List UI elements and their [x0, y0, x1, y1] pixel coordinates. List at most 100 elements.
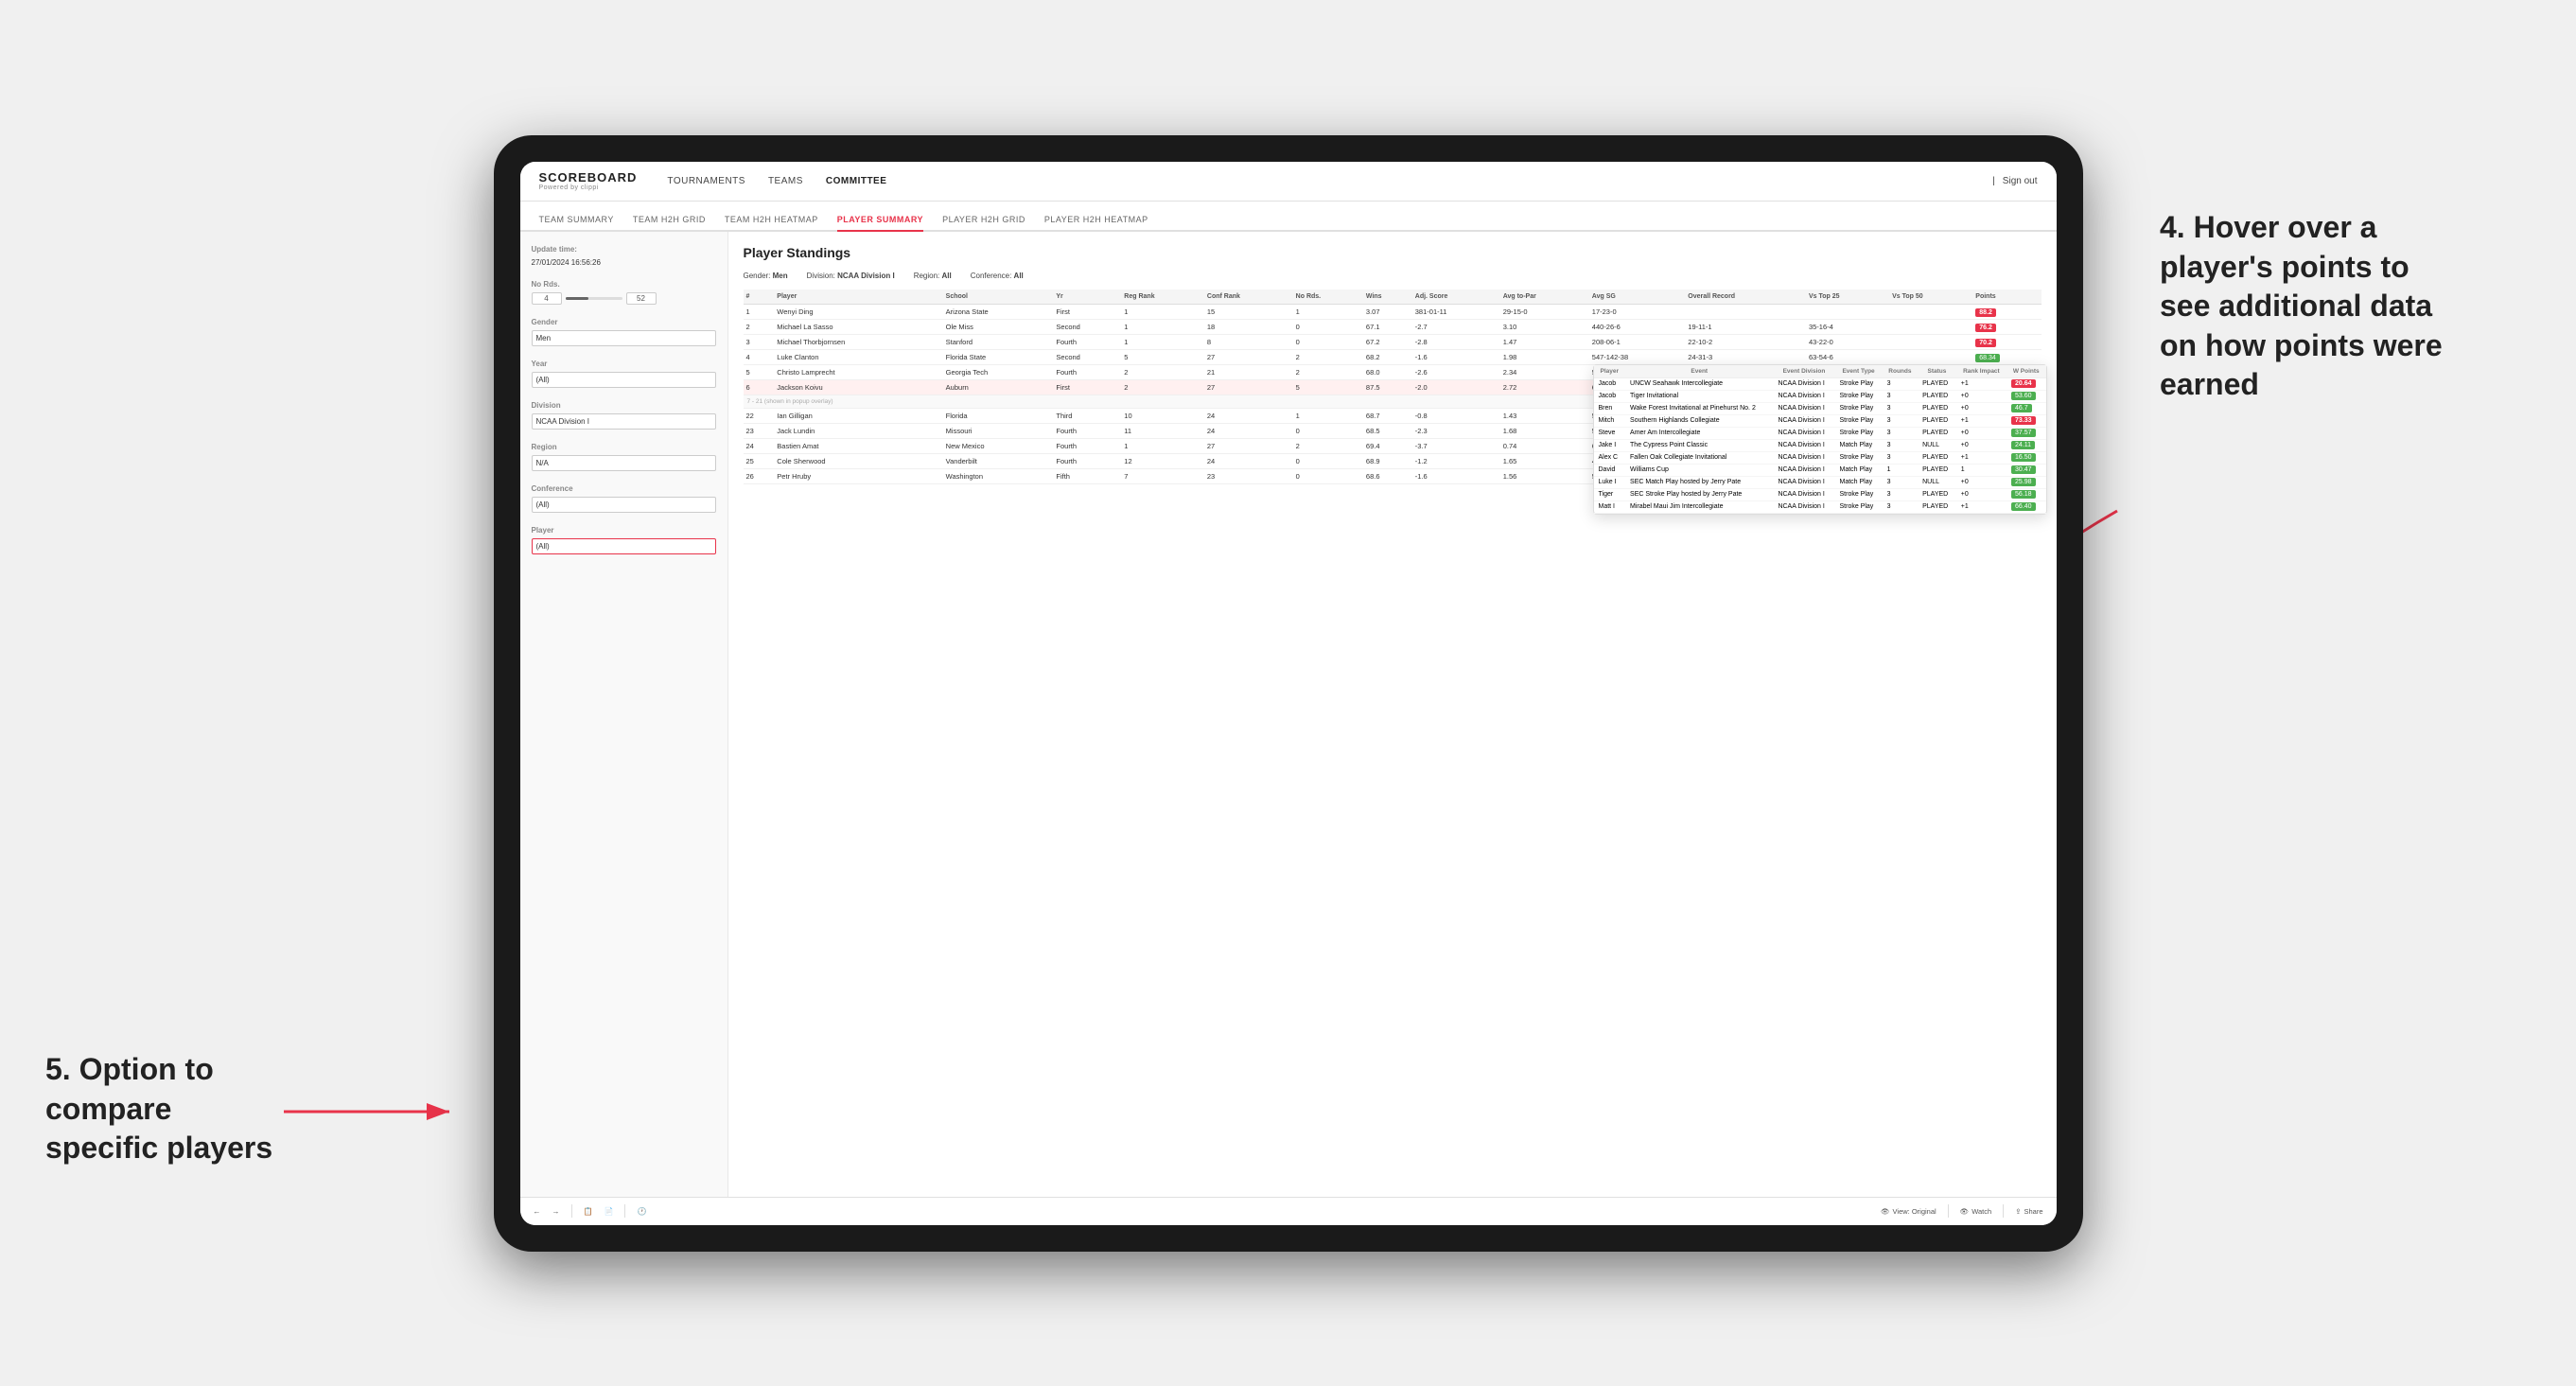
points-badge[interactable]: 70.2 [1975, 339, 1996, 347]
td-player: Christo Lamprecht [774, 364, 942, 379]
td-reg-rank: 2 [1121, 379, 1204, 395]
td-overall: 19-11-1 [1685, 319, 1806, 334]
region-select[interactable]: N/A [532, 455, 716, 471]
td-vs50 [1889, 304, 1972, 319]
toolbar-back-btn[interactable]: ← [534, 1207, 541, 1216]
td-yr: Fourth [1053, 334, 1121, 349]
td-yr: Third [1053, 408, 1121, 423]
gender-select[interactable]: Men [532, 330, 716, 346]
td-adj-score: -2.7 [1412, 319, 1500, 334]
popup-td-rounds: 3 [1883, 439, 1918, 451]
filter-gender-value: Men [773, 272, 788, 280]
sub-nav-team-h2h-heatmap[interactable]: TEAM H2H HEATMAP [725, 215, 818, 232]
th-points: Points [1972, 289, 2041, 305]
popup-td-event: Fallen Oak Collegiate Invitational [1625, 451, 1773, 464]
sub-nav-team-summary[interactable]: TEAM SUMMARY [539, 215, 614, 232]
popup-td-points[interactable]: 53.60 [2006, 390, 2045, 402]
popup-td-points[interactable]: 25.98 [2006, 476, 2045, 488]
table-header-row: # Player School Yr Reg Rank Conf Rank No… [744, 289, 2042, 305]
td-points[interactable]: 88.2 [1972, 304, 2041, 319]
td-no-rds: 5 [1293, 379, 1363, 395]
toolbar-sep-3 [1948, 1204, 1949, 1218]
no-rds-label: No Rds. [532, 280, 716, 289]
points-badge[interactable]: 88.2 [1975, 308, 1996, 317]
update-time: 27/01/2024 16:56:26 [532, 258, 601, 267]
nav-tournaments[interactable]: TOURNAMENTS [667, 172, 745, 190]
popup-row: Steve Amer Am Intercollegiate NCAA Divis… [1594, 427, 2046, 439]
sub-nav-team-h2h-grid[interactable]: TEAM H2H GRID [633, 215, 706, 232]
no-rds-min[interactable]: 4 [532, 292, 562, 305]
popup-td-type: Stroke Play [1835, 377, 1883, 390]
sign-out-link[interactable]: Sign out [2003, 176, 2038, 186]
td-adj-score: -1.6 [1412, 468, 1500, 483]
sidebar-conference-section: Conference (All) [532, 484, 716, 513]
conference-select[interactable]: (All) [532, 497, 716, 513]
popup-td-player: David [1594, 464, 1626, 476]
td-no-rds: 0 [1293, 453, 1363, 468]
popup-td-points[interactable]: 37.57 [2006, 427, 2045, 439]
td-reg-rank: 11 [1121, 423, 1204, 438]
popup-td-points[interactable]: 24.11 [2006, 439, 2045, 451]
toolbar-copy-btn[interactable]: 📋 [584, 1207, 593, 1216]
td-avg-to-par: 1.98 [1500, 349, 1589, 364]
sub-nav-player-h2h-heatmap[interactable]: PLAYER H2H HEATMAP [1044, 215, 1148, 232]
popup-td-rank: +0 [1956, 488, 2006, 500]
popup-td-division: NCAA Division I [1773, 488, 1834, 500]
watch-btn[interactable]: 👁 Watch [1960, 1207, 1992, 1216]
points-badge[interactable]: 68.34 [1975, 354, 2000, 362]
view-label: View: Original [1893, 1207, 1936, 1216]
td-reg-rank: 5 [1121, 349, 1204, 364]
sidebar-year-section: Year (All) [532, 360, 716, 388]
popup-td-points[interactable]: 46.7 [2006, 402, 2045, 414]
td-avg-to-par: 0.74 [1500, 438, 1589, 453]
td-school: Georgia Tech [943, 364, 1054, 379]
toolbar-clock-btn[interactable]: 🕐 [637, 1207, 646, 1216]
popup-td-status: NULL [1918, 439, 1956, 451]
td-yr: Fourth [1053, 438, 1121, 453]
nav-separator: | [1992, 176, 1995, 186]
tablet-screen: SCOREBOARD Powered by clippi TOURNAMENTS… [520, 162, 2057, 1225]
toolbar-sep-1 [571, 1204, 572, 1218]
view-icon: 👁 [1881, 1207, 1890, 1216]
sub-nav-player-h2h-grid[interactable]: PLAYER H2H GRID [942, 215, 1025, 232]
td-yr: Fourth [1053, 423, 1121, 438]
nav-teams[interactable]: TEAMS [768, 172, 803, 190]
popup-td-status: PLAYED [1918, 451, 1956, 464]
toolbar-sep-4 [2003, 1204, 2004, 1218]
td-points[interactable]: 68.34 [1972, 349, 2041, 364]
popup-row: Alex C Fallen Oak Collegiate Invitationa… [1594, 451, 2046, 464]
popup-td-points[interactable]: 16.50 [2006, 451, 2045, 464]
td-rank: 5 [744, 364, 775, 379]
popup-td-points[interactable]: 66.40 [2006, 500, 2045, 513]
popup-td-player: Jacob [1594, 390, 1626, 402]
popup-row: Jacob Tiger Invitational NCAA Division I… [1594, 390, 2046, 402]
popup-td-points[interactable]: 30.47 [2006, 464, 2045, 476]
nav-committee[interactable]: COMMITTEE [826, 172, 887, 190]
share-btn[interactable]: ⇪ Share [2015, 1207, 2042, 1216]
popup-td-points[interactable]: 73.33 [2006, 414, 2045, 427]
points-badge[interactable]: 76.2 [1975, 324, 1996, 332]
view-original-btn[interactable]: 👁 View: Original [1881, 1207, 1936, 1216]
annotation-left: 5. Option to compare specific players [45, 1050, 291, 1168]
logo-area: SCOREBOARD Powered by clippi [539, 170, 638, 191]
sidebar-no-rds-section: No Rds. 4 52 [532, 280, 716, 305]
sub-nav-player-summary[interactable]: PLAYER SUMMARY [837, 215, 923, 232]
toolbar-forward-btn[interactable]: → [552, 1207, 560, 1216]
td-wins: 68.9 [1363, 453, 1412, 468]
bottom-toolbar: ← → 📋 📄 🕐 👁 View: Original 👁 Watch ⇪ Sha… [520, 1197, 2057, 1225]
no-rds-max[interactable]: 52 [626, 292, 657, 305]
division-select[interactable]: NCAA Division I [532, 413, 716, 430]
popup-td-points[interactable]: 56.18 [2006, 488, 2045, 500]
year-select[interactable]: (All) [532, 372, 716, 388]
range-slider[interactable] [566, 297, 622, 300]
toolbar-paste-btn[interactable]: 📄 [604, 1207, 613, 1216]
td-adj-score: -1.2 [1412, 453, 1500, 468]
td-points[interactable]: 76.2 [1972, 319, 2041, 334]
td-vs25 [1806, 304, 1889, 319]
popup-header-row: Player Event Event Division Event Type R… [1594, 365, 2046, 378]
popup-td-points[interactable]: 20.64 [2006, 377, 2045, 390]
player-select[interactable]: (All) [532, 538, 716, 554]
td-points[interactable]: 70.2 [1972, 334, 2041, 349]
td-no-rds: 0 [1293, 468, 1363, 483]
popup-td-event: Southern Highlands Collegiate [1625, 414, 1773, 427]
